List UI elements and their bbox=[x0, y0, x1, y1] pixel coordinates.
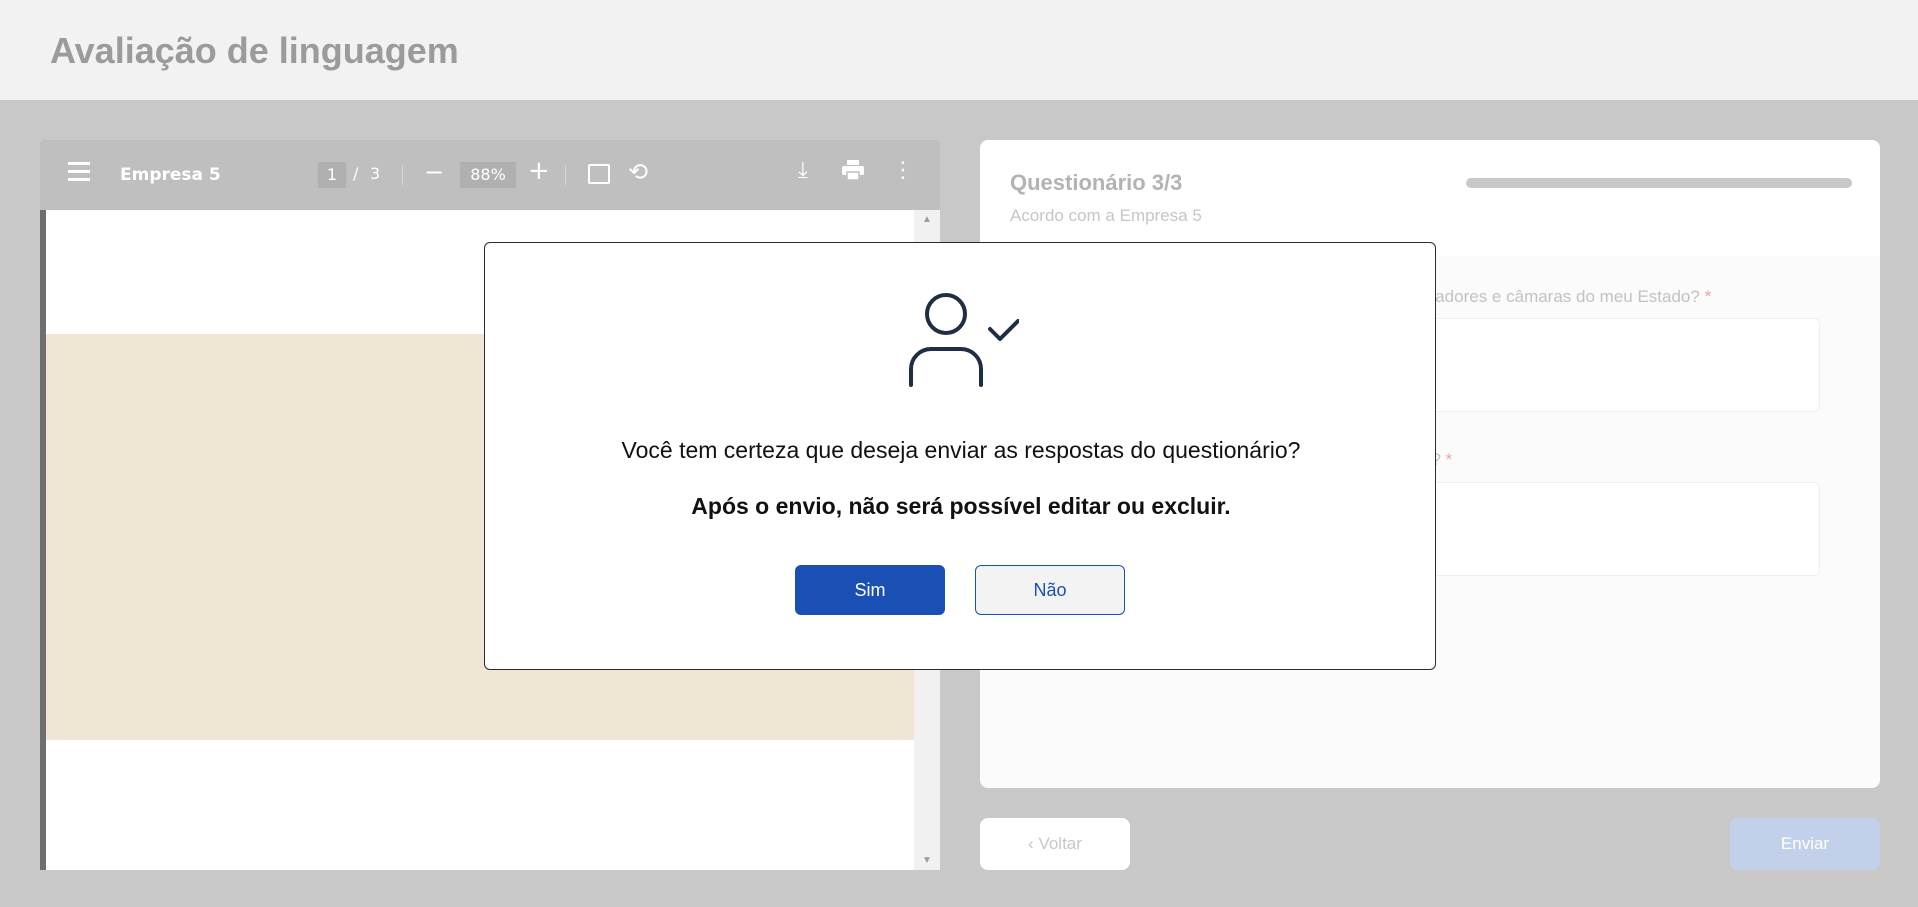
zoom-out-icon[interactable]: − bbox=[424, 158, 444, 186]
questionnaire-title: Questionário 3/3 bbox=[1010, 170, 1183, 195]
scroll-up-icon[interactable]: ▲ bbox=[922, 214, 932, 225]
toolbar-divider bbox=[402, 165, 403, 185]
page-title: Avaliação de linguagem bbox=[50, 30, 459, 71]
fit-page-icon[interactable] bbox=[588, 164, 610, 184]
send-button[interactable]: Enviar bbox=[1730, 818, 1880, 870]
questionnaire-subtitle: Acordo com a Empresa 5 bbox=[1010, 206, 1202, 225]
zoom-in-icon[interactable]: + bbox=[528, 156, 550, 186]
user-check-icon bbox=[903, 289, 1020, 389]
dialog-warning: Após o envio, não será possível editar o… bbox=[691, 493, 1231, 519]
pdf-toolbar: Empresa 5 1 / 3 − 88% + ⟲ ⤓ ⋮ bbox=[40, 140, 940, 210]
back-button-label: Voltar bbox=[1038, 834, 1082, 853]
menu-icon[interactable] bbox=[68, 162, 90, 182]
questionnaire-header: Questionário 3/3 Acordo com a Empresa 5 bbox=[980, 140, 1880, 256]
chevron-left-icon: ‹ bbox=[1028, 834, 1034, 853]
download-icon[interactable]: ⤓ bbox=[798, 158, 808, 183]
page-number-input[interactable]: 1 bbox=[318, 162, 346, 188]
print-icon[interactable] bbox=[842, 160, 864, 181]
confirm-dialog: Você tem certeza que deseja enviar as re… bbox=[484, 242, 1436, 670]
toolbar-divider bbox=[565, 165, 566, 185]
more-options-icon[interactable]: ⋮ bbox=[892, 158, 914, 183]
zoom-level-input[interactable]: 88% bbox=[460, 162, 516, 188]
page-header: Avaliação de linguagem bbox=[0, 0, 1918, 100]
scroll-down-icon[interactable]: ▼ bbox=[922, 855, 932, 866]
page-separator: / bbox=[353, 164, 359, 183]
questionnaire-progress-bar bbox=[1466, 178, 1852, 188]
confirm-no-button[interactable]: Não bbox=[975, 565, 1125, 615]
question-label-1: diadores e câmaras do meu Estado? * bbox=[1422, 287, 1712, 306]
total-pages: 3 bbox=[370, 164, 381, 183]
pdf-document-name: Empresa 5 bbox=[120, 165, 221, 185]
rotate-icon[interactable]: ⟲ bbox=[628, 158, 648, 186]
dialog-question: Você tem certeza que deseja enviar as re… bbox=[621, 437, 1301, 463]
back-button[interactable]: ‹ Voltar bbox=[980, 818, 1130, 870]
confirm-yes-button[interactable]: Sim bbox=[795, 565, 945, 615]
